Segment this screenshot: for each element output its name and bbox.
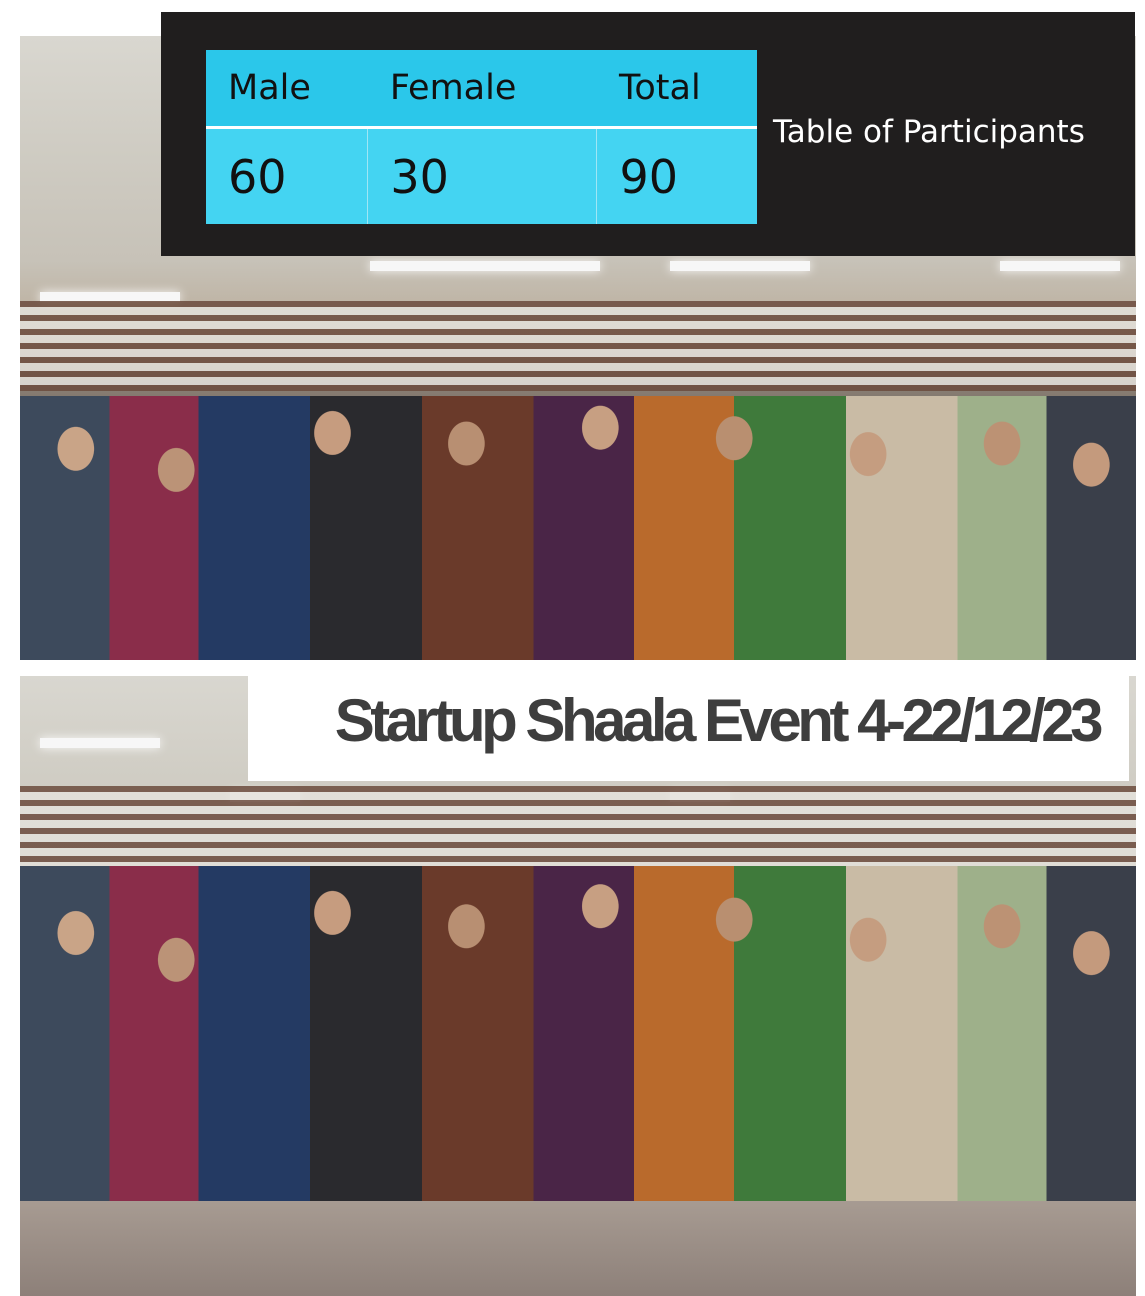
ceiling-light [40, 738, 160, 748]
header-female: Female [367, 50, 597, 129]
value-total: 90 [596, 127, 757, 224]
header-total: Total [596, 50, 757, 129]
value-female: 30 [367, 127, 598, 224]
ceiling-light [670, 261, 810, 271]
value-male: 60 [206, 127, 369, 224]
participants-table: Male Female Total 60 30 90 [206, 50, 757, 224]
table-row: 60 30 90 [206, 127, 757, 224]
crowd [20, 866, 1136, 1201]
header-male: Male [206, 50, 368, 129]
ceiling-light [370, 261, 600, 271]
event-banner: Startup Shaala Event 4-22/12/23 [248, 672, 1129, 781]
table-header-row: Male Female Total [206, 50, 757, 129]
window-band [20, 301, 1136, 391]
window-band [20, 786, 1136, 876]
crowd [20, 396, 1136, 660]
event-title: Startup Shaala Event 4-22/12/23 [334, 687, 1104, 754]
table-foreground [20, 1201, 1136, 1296]
ceiling-light [1000, 261, 1120, 271]
table-caption: Table of Participants [773, 114, 1085, 150]
